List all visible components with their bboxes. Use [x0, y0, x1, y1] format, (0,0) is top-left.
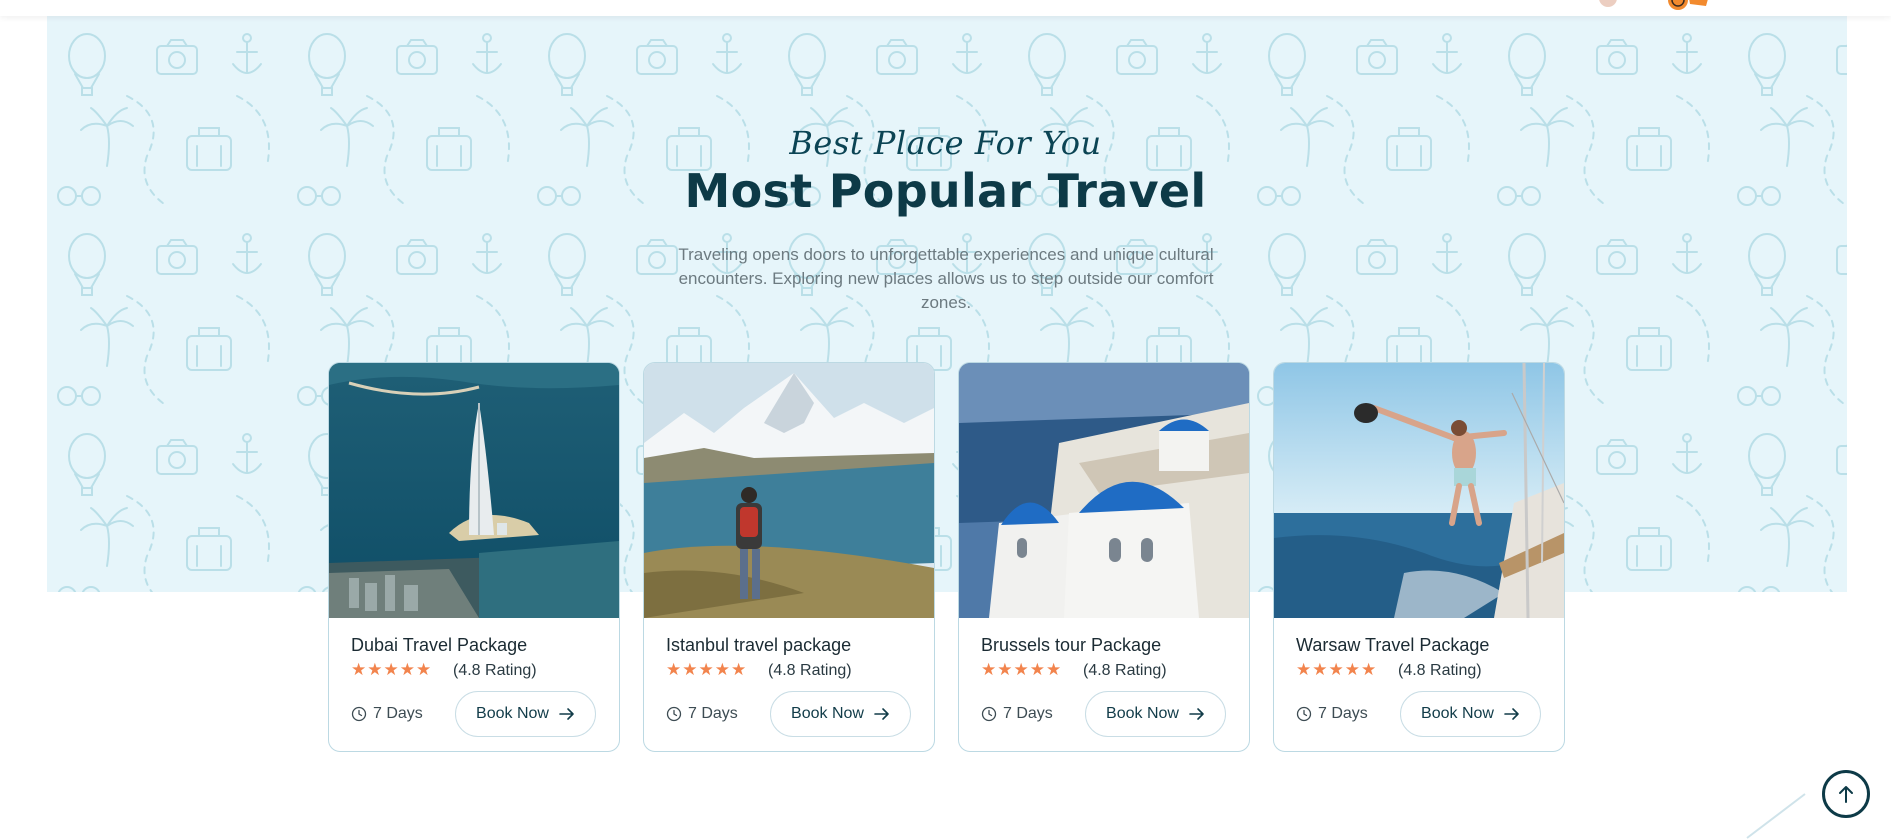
duration-text: 7 Days: [688, 705, 738, 722]
duration-text: 7 Days: [1318, 705, 1368, 722]
package-title: Istanbul travel package: [666, 635, 852, 655]
section-script-title: Best Place For You: [789, 124, 1102, 162]
book-now-button[interactable]: Book Now: [770, 691, 911, 737]
clock-icon: [1296, 706, 1312, 722]
rating-stars: ★★★★★: [1296, 660, 1378, 679]
package-title: Dubai Travel Package: [351, 635, 528, 655]
duration: 7 Days: [351, 705, 423, 723]
package-card-brussels[interactable]: Brussels tour Package ★★★★★ (4.8 Rating)…: [958, 362, 1250, 752]
section-description: Traveling opens doors to unforgettable e…: [678, 245, 1214, 312]
rating-text: (4.8 Rating): [1083, 662, 1167, 679]
santorini-domes-image[interactable]: [959, 363, 1249, 618]
arrow-up-icon: [1839, 786, 1853, 803]
rating-text: (4.8 Rating): [1398, 662, 1482, 679]
duration: 7 Days: [666, 705, 738, 723]
book-now-label: Book Now: [476, 705, 549, 722]
arrow-right-icon: [1189, 708, 1204, 720]
scroll-to-top-button[interactable]: [1822, 770, 1870, 818]
duration: 7 Days: [1296, 705, 1368, 723]
arrow-right-icon: [1504, 708, 1519, 720]
rating-stars: ★★★★★: [981, 660, 1063, 679]
decorative-line-icon: [1746, 793, 1806, 839]
section-title: Most Popular Travel: [684, 164, 1207, 218]
sailboat-jump-image[interactable]: [1274, 363, 1564, 618]
package-title: Brussels tour Package: [981, 635, 1162, 655]
rating-text: (4.8 Rating): [453, 662, 537, 679]
book-now-label: Book Now: [1421, 705, 1494, 722]
rating-stars: ★★★★★: [351, 660, 433, 679]
duration: 7 Days: [981, 705, 1053, 723]
book-now-button[interactable]: Book Now: [1085, 691, 1226, 737]
book-now-button[interactable]: Book Now: [1400, 691, 1541, 737]
duration-text: 7 Days: [1003, 705, 1053, 722]
book-now-label: Book Now: [1106, 705, 1179, 722]
duration-text: 7 Days: [373, 705, 423, 722]
book-now-label: Book Now: [791, 705, 864, 722]
book-now-button[interactable]: Book Now: [455, 691, 596, 737]
arrow-right-icon: [559, 708, 574, 720]
rating-stars: ★★★★★: [666, 660, 748, 679]
arrow-right-icon: [874, 708, 889, 720]
clock-icon: [666, 706, 682, 722]
package-card-dubai[interactable]: Dubai Travel Package ★★★★★ (4.8 Rating) …: [328, 362, 620, 752]
clock-icon: [981, 706, 997, 722]
header-decoration-icon: [1580, 0, 1740, 21]
package-cards: Dubai Travel Package ★★★★★ (4.8 Rating) …: [328, 362, 1565, 752]
package-card-istanbul[interactable]: Istanbul travel package ★★★★★ (4.8 Ratin…: [643, 362, 935, 752]
clock-icon: [351, 706, 367, 722]
dubai-burj-al-arab-image[interactable]: [329, 363, 619, 618]
mountain-lake-hiker-image[interactable]: [644, 363, 934, 618]
rating-text: (4.8 Rating): [768, 662, 852, 679]
package-title: Warsaw Travel Package: [1296, 635, 1490, 655]
package-card-warsaw[interactable]: Warsaw Travel Package ★★★★★ (4.8 Rating)…: [1273, 362, 1565, 752]
